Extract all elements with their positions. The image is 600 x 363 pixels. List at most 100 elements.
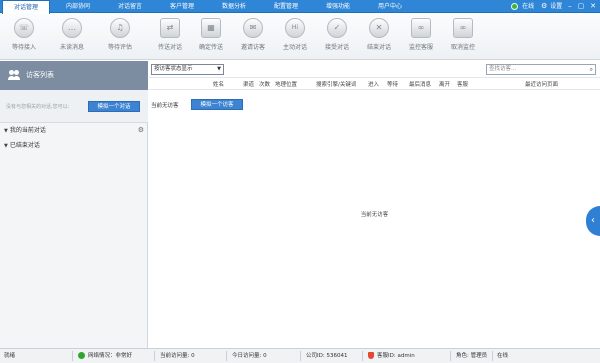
shield-icon: [368, 352, 374, 359]
col-last-message[interactable]: 最后消息: [409, 80, 431, 88]
tab-configuration[interactable]: 配置管理: [262, 0, 310, 13]
col-leave[interactable]: 离开: [439, 80, 450, 88]
top-menu-bar: 对话管理 内部协同 对话留言 客户管理 数据分析 配置管理 增强功能 用户中心 …: [0, 0, 600, 14]
unmonitor-icon: ∞: [453, 18, 473, 38]
monitor-agent-button[interactable]: ∞ 监控客服: [399, 18, 443, 51]
end-chat-label: 结束对话: [366, 44, 391, 51]
chat-bubble-icon: …: [62, 18, 82, 38]
status-bar: 就绪 网络情况：非常好 当前访问量: 0 今日访问量: 0 公司ID: 5360…: [0, 348, 600, 363]
visitor-status-select[interactable]: 按访客状态显示 ▼: [151, 64, 224, 75]
role: 角色: 管理员: [456, 353, 488, 359]
current-visits: 当前访问量: 0: [160, 353, 195, 359]
cancel-monitor-label: 取消监控: [450, 44, 475, 51]
invite-icon: ✉: [243, 18, 263, 38]
tab-conversation-management[interactable]: 对话管理: [2, 0, 50, 14]
simulate-visitor-button[interactable]: 模拟一个访客: [191, 99, 243, 110]
people-icon: [8, 70, 21, 80]
today-visits: 今日访问量: 0: [232, 353, 267, 359]
agent-id-text: 客服ID: admin: [377, 353, 415, 359]
col-recent-page[interactable]: 最近访问页面: [525, 80, 558, 88]
accept-chat-button[interactable]: ✓ 接受对话: [315, 18, 359, 51]
status-divider: [492, 351, 493, 361]
wait-accept-label: 等待接入: [11, 44, 36, 51]
close-icon: ✕: [369, 18, 389, 38]
simulate-chat-button[interactable]: 模拟一个对话: [88, 101, 140, 112]
tab-enhanced-features[interactable]: 增强功能: [314, 0, 362, 13]
bell-icon: ♫: [110, 18, 130, 38]
chevron-left-icon[interactable]: ‹: [586, 206, 600, 236]
col-wait[interactable]: 等待: [387, 80, 398, 88]
end-chat-button[interactable]: ✕ 结束对话: [357, 18, 401, 51]
ended-chats-section[interactable]: ▼ 已结束对话: [0, 140, 148, 151]
invite-hint: 没有与您相关的对话,您可以:: [6, 104, 70, 110]
active-chat-button[interactable]: Hi 主动对话: [273, 18, 317, 51]
visitor-area: 按访客状态显示 ▼ 查找访客... ⌕ 姓名 渠道 次数 地理位置 搜索引擎/关…: [149, 61, 600, 348]
status-divider: [154, 351, 155, 361]
chevron-down-icon: ▼: [4, 143, 8, 149]
visitor-table-header: 姓名 渠道 次数 地理位置 搜索引擎/关键词 进入 等待 最后消息 离开 客服 …: [149, 78, 600, 90]
wait-accept-button[interactable]: ☏ 等待接入: [2, 18, 46, 51]
col-channel[interactable]: 渠道: [243, 80, 254, 88]
invite-visitor-button[interactable]: ✉ 邀请访客: [231, 18, 275, 51]
network-dot-icon: [78, 352, 85, 359]
online-status-icon[interactable]: [511, 3, 519, 10]
col-enter[interactable]: 进入: [368, 80, 379, 88]
chevron-down-icon: ▼: [217, 66, 221, 72]
transfer-chat-label: 传送对话: [157, 44, 182, 51]
invite-row: 没有与您相关的对话,您可以: 模拟一个对话: [0, 90, 148, 123]
tab-customer-management[interactable]: 客户管理: [158, 0, 206, 13]
tab-internal-collaboration[interactable]: 内部协同: [54, 0, 102, 13]
tab-data-analysis[interactable]: 数据分析: [210, 0, 258, 13]
my-current-chats-section[interactable]: ▼ 我的当前对话 ⚙: [0, 125, 148, 136]
unread-messages-label: 未读消息: [59, 44, 84, 51]
tab-user-center[interactable]: 用户中心: [366, 0, 414, 13]
settings-link[interactable]: 设置: [550, 0, 562, 13]
wait-evaluate-button[interactable]: ♫ 等待评估: [98, 18, 142, 51]
col-times[interactable]: 次数: [259, 80, 270, 88]
calendar-icon: ▦: [201, 18, 221, 38]
filter-bar: 按访客状态显示 ▼ 查找访客... ⌕: [149, 61, 600, 78]
search-icon[interactable]: ⌕: [590, 65, 593, 74]
no-visitor-text: 当前无访客: [151, 103, 179, 109]
ready-status: 就绪: [4, 353, 16, 359]
status-divider: [72, 351, 73, 361]
transfer-icon: ⇄: [160, 18, 180, 38]
visitor-list-panel: 访客列表 没有与您相关的对话,您可以: 模拟一个对话 ▼ 我的当前对话 ⚙ ▼ 已结…: [0, 61, 148, 348]
maximize-icon[interactable]: ▢: [578, 0, 585, 13]
toolbar: ☏ 等待接入 … 未读消息 ♫ 等待评估 ⇄ 传送对话 ▦ 确定传送 ✉ 邀请访…: [0, 14, 600, 60]
transfer-chat-button[interactable]: ⇄ 传送对话: [148, 18, 192, 51]
close-window-icon[interactable]: ✕: [590, 0, 596, 13]
monitor-agent-label: 监控客服: [408, 44, 433, 51]
network-status-text: 网络情况：非常好: [88, 353, 133, 359]
network-status: 网络情况：非常好: [78, 349, 132, 363]
online-status-text[interactable]: 在线: [522, 0, 534, 13]
phone-icon: ☏: [14, 18, 34, 38]
confirm-transfer-button[interactable]: ▦ 确定传送: [189, 18, 233, 51]
status-divider: [300, 351, 301, 361]
gear-icon[interactable]: ⚙: [138, 125, 144, 136]
col-name[interactable]: 姓名: [213, 80, 224, 88]
agent-id: 客服ID: admin: [368, 349, 415, 363]
no-visitor-bar: 当前无访客 模拟一个访客: [149, 99, 600, 111]
status-divider: [450, 351, 451, 361]
chevron-down-icon: ▼: [4, 128, 8, 134]
accept-chat-label: 接受对话: [324, 44, 349, 51]
binoculars-icon: ∞: [411, 18, 431, 38]
col-location[interactable]: 地理位置: [275, 80, 297, 88]
gear-icon[interactable]: ⚙: [541, 0, 547, 13]
status-divider: [362, 351, 363, 361]
col-search-keyword[interactable]: 搜索引擎/关键词: [316, 80, 356, 88]
empty-state-text: 当前无访客: [360, 212, 389, 218]
agent-status: 在线: [497, 353, 509, 359]
col-agent[interactable]: 客服: [457, 80, 468, 88]
my-current-chats-label: 我的当前对话: [9, 127, 46, 134]
visitor-status-select-value: 按访客状态显示: [154, 66, 193, 72]
tab-messages[interactable]: 对话留言: [106, 0, 154, 13]
unread-messages-button[interactable]: … 未读消息: [50, 18, 94, 51]
visitor-list-title: 访客列表: [26, 71, 54, 79]
confirm-transfer-label: 确定传送: [198, 44, 223, 51]
cancel-monitor-button[interactable]: ∞ 取消监控: [441, 18, 485, 51]
minimize-icon[interactable]: –: [568, 0, 572, 13]
accept-icon: ✓: [327, 18, 347, 38]
search-input[interactable]: 查找访客... ⌕: [486, 64, 596, 75]
